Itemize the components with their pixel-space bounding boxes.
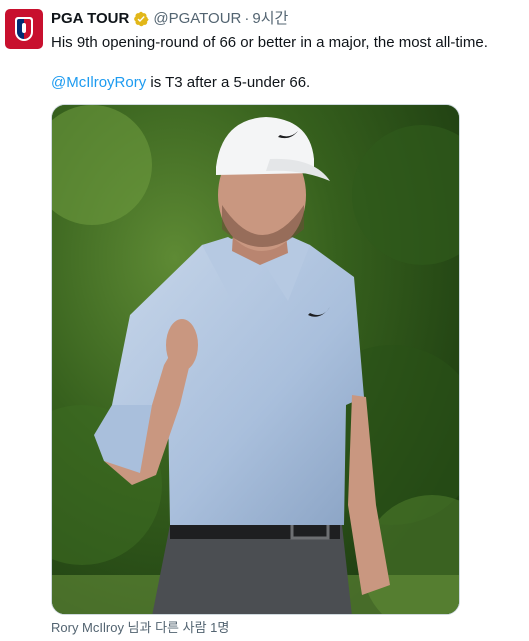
verified-badge-icon[interactable] — [133, 11, 149, 27]
tweet-header: PGA TOUR @PGATOUR · 9시간 — [51, 10, 288, 28]
author-name[interactable]: PGA TOUR — [51, 10, 129, 28]
tweet-photo[interactable] — [51, 104, 460, 615]
tagged-people[interactable]: Rory McIlroy 님과 다른 사람 1명 — [51, 620, 229, 636]
tweet-text-rest: is T3 after a 5-under 66. — [146, 74, 311, 91]
tweet-text-line-2: @McIlroyRory is T3 after a 5-under 66. — [51, 73, 521, 92]
tweet-timestamp[interactable]: 9시간 — [252, 10, 288, 28]
mention-link[interactable]: @McIlroyRory — [51, 74, 146, 91]
photo-golfer — [52, 105, 459, 614]
pga-tour-logo-icon — [15, 17, 33, 41]
tweet-text-line-1: His 9th opening-round of 66 or better in… — [51, 34, 488, 51]
avatar[interactable] — [5, 9, 43, 49]
author-handle[interactable]: @PGATOUR — [153, 10, 241, 28]
separator-dot: · — [244, 10, 250, 27]
